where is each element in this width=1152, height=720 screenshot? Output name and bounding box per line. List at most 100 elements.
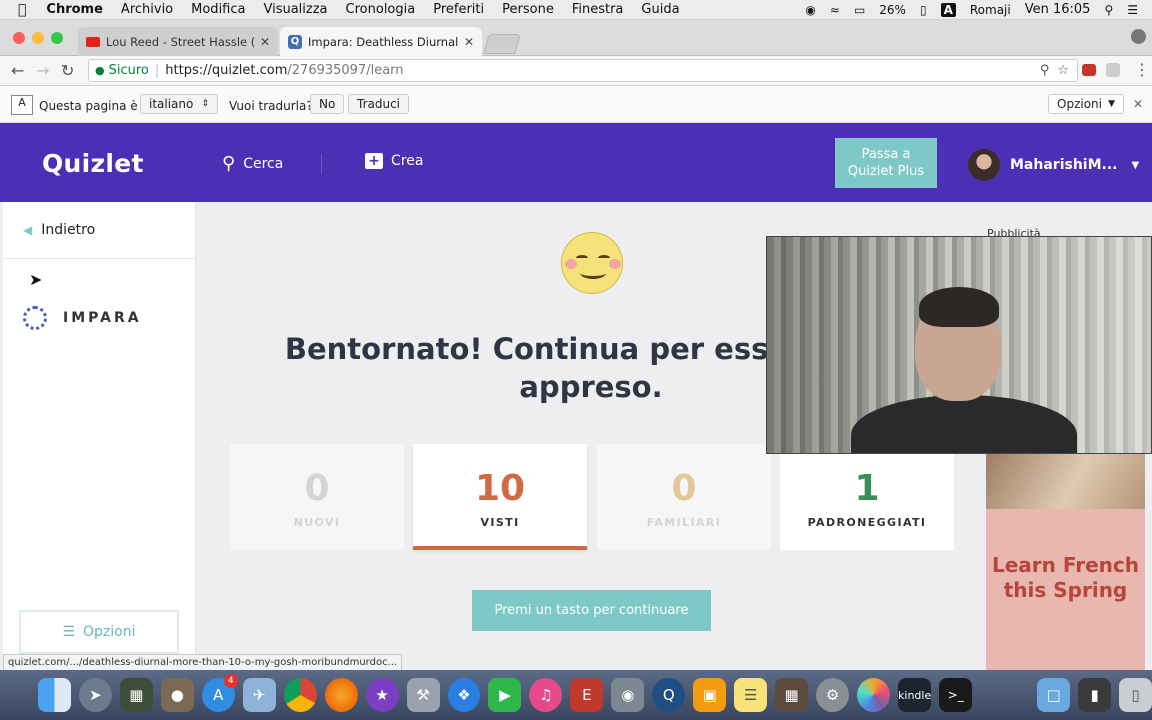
- stat-card-seen: 10 VISTI: [413, 444, 587, 550]
- menu-app-name[interactable]: Chrome: [46, 2, 103, 17]
- avatar: [968, 149, 1000, 181]
- lock-icon: ●: [95, 64, 105, 77]
- language-select[interactable]: italiano ⇕: [140, 94, 218, 114]
- menu-modifica[interactable]: Modifica: [191, 2, 245, 17]
- menu-visualizza[interactable]: Visualizza: [263, 2, 327, 17]
- separator: |: [154, 63, 160, 78]
- stat-value: 1: [854, 468, 880, 509]
- learn-progress-icon: [23, 306, 47, 330]
- extension-icon[interactable]: [1106, 63, 1120, 77]
- finder-icon[interactable]: [38, 678, 71, 712]
- reload-icon[interactable]: ↻: [61, 61, 74, 80]
- ad-text[interactable]: Learn French this Spring: [992, 553, 1139, 603]
- menu-finestra[interactable]: Finestra: [572, 2, 624, 17]
- extension-icon[interactable]: [1082, 64, 1096, 76]
- image-capture-icon[interactable]: ◉: [611, 678, 645, 712]
- zoom-icon[interactable]: ⚲: [1040, 63, 1050, 78]
- everyday-icon[interactable]: E: [570, 678, 604, 712]
- facetime-icon[interactable]: ▶: [488, 678, 522, 712]
- tab-youtube[interactable]: Lou Reed - Street Hassle (Full ✕: [78, 27, 278, 56]
- translate-options-select[interactable]: Opzioni ▼: [1048, 94, 1124, 114]
- minimize-window-button[interactable]: [32, 32, 44, 44]
- new-tab-button[interactable]: [483, 34, 521, 54]
- app-store-icon[interactable]: A4: [201, 674, 238, 712]
- user-menu[interactable]: MaharishiM... ▼: [968, 149, 1139, 181]
- sidebar-divider: [3, 258, 196, 259]
- site-header: Quizlet ⚲ Cerca + Crea Passa a Quizlet Pl…: [0, 123, 1152, 202]
- stat-card-mastered: 1 PADRONEGGIATI: [780, 444, 954, 550]
- firefox-icon[interactable]: [324, 678, 358, 712]
- menu-guida[interactable]: Guida: [641, 2, 679, 17]
- plus-square-icon: +: [365, 153, 383, 169]
- tab-title: Impara: Deathless Diurnal: Mo: [308, 34, 458, 49]
- translate-question: Vuoi tradurla?: [229, 99, 313, 113]
- quizlet-logo[interactable]: Quizlet: [42, 149, 144, 178]
- address-bar[interactable]: ● Sicuro | https://quizlet.com/276935097…: [88, 59, 1078, 82]
- record-icon[interactable]: ◉: [805, 3, 815, 17]
- ibooks-icon[interactable]: ▣: [693, 678, 727, 712]
- archive-icon[interactable]: ▮: [1078, 678, 1112, 712]
- launchpad-icon[interactable]: ➤: [78, 678, 112, 712]
- kindle-icon[interactable]: kindle: [898, 678, 932, 712]
- battery-icon[interactable]: ▯: [920, 3, 927, 17]
- input-source-icon[interactable]: A: [940, 2, 956, 17]
- chrome-icon[interactable]: [283, 678, 317, 712]
- continue-button[interactable]: Premi un tasto per continuare: [472, 590, 711, 631]
- tab-quizlet[interactable]: Q Impara: Deathless Diurnal: Mo ✕: [280, 27, 482, 56]
- create-link[interactable]: + Crea: [365, 153, 423, 169]
- clock[interactable]: Ven 16:05: [1025, 2, 1091, 17]
- imovie-icon[interactable]: ★: [365, 678, 399, 712]
- menu-preferiti[interactable]: Preferiti: [433, 2, 484, 17]
- close-window-button[interactable]: [13, 32, 25, 44]
- stat-label: FAMILIARI: [646, 516, 722, 529]
- close-tab-icon[interactable]: ✕: [464, 35, 474, 49]
- notification-center-icon[interactable]: ☰: [1127, 3, 1138, 17]
- photo-slideshow-icon[interactable]: ▦: [775, 678, 809, 712]
- back-arrow-icon[interactable]: ←: [11, 61, 24, 80]
- close-tab-icon[interactable]: ✕: [260, 35, 270, 49]
- quizlet-plus-button[interactable]: Passa a Quizlet Plus: [835, 138, 937, 188]
- back-triangle-icon: ◀: [23, 223, 33, 237]
- kindle-label: kindle: [898, 688, 932, 702]
- system-preferences-icon[interactable]: ⚙: [816, 678, 850, 712]
- spotlight-icon[interactable]: ⚲: [1104, 3, 1113, 17]
- back-link[interactable]: ◀ Indietro: [23, 222, 95, 238]
- zoom-window-button[interactable]: [51, 32, 63, 44]
- search-label: Cerca: [243, 155, 284, 172]
- close-icon[interactable]: ✕: [1133, 97, 1143, 111]
- notes-icon[interactable]: ☰: [734, 678, 768, 712]
- ad-image[interactable]: [986, 453, 1145, 509]
- bookmark-star-icon[interactable]: ☆: [1057, 63, 1069, 78]
- search-link[interactable]: ⚲ Cerca: [222, 153, 283, 174]
- apple-icon[interactable]: : [18, 2, 26, 18]
- translate-button[interactable]: Traduci: [348, 94, 410, 114]
- battery-percent[interactable]: 26%: [879, 3, 906, 17]
- itunes-icon[interactable]: ♫: [529, 678, 563, 712]
- preview-icon[interactable]: ✈: [242, 678, 276, 712]
- forward-arrow-icon[interactable]: →: [36, 61, 49, 80]
- search-icon: ⚲: [222, 153, 236, 174]
- terminal-icon[interactable]: >_: [939, 678, 973, 712]
- photos-icon[interactable]: [857, 678, 891, 712]
- wifi-icon[interactable]: ≈: [830, 3, 840, 17]
- folder-icon[interactable]: □: [1037, 678, 1071, 712]
- sliders-icon: ☰: [62, 624, 76, 640]
- menu-cronologia[interactable]: Cronologia: [346, 2, 416, 17]
- quicktime-icon[interactable]: Q: [652, 678, 686, 712]
- stat-value: 0: [304, 468, 330, 509]
- options-button[interactable]: ☰ Opzioni: [19, 610, 179, 654]
- input-source-label[interactable]: Romaji: [970, 3, 1011, 17]
- no-button[interactable]: No: [310, 94, 345, 114]
- menu-persone[interactable]: Persone: [502, 2, 554, 17]
- photo-booth-icon[interactable]: ▦: [119, 678, 153, 712]
- trash-icon[interactable]: ▯: [1119, 678, 1152, 712]
- caret-down-icon: ▼: [1131, 159, 1140, 171]
- airplay-icon[interactable]: ▭: [854, 3, 865, 17]
- gimp-icon[interactable]: ●: [160, 678, 194, 712]
- menu-archivio[interactable]: Archivio: [121, 2, 173, 17]
- safari-icon[interactable]: ❖: [447, 678, 481, 712]
- chrome-menu-icon[interactable]: ⋮: [1134, 60, 1150, 79]
- stat-label: VISTI: [480, 516, 520, 529]
- xcode-icon[interactable]: ⚒: [406, 678, 440, 712]
- profile-icon[interactable]: [1131, 29, 1146, 44]
